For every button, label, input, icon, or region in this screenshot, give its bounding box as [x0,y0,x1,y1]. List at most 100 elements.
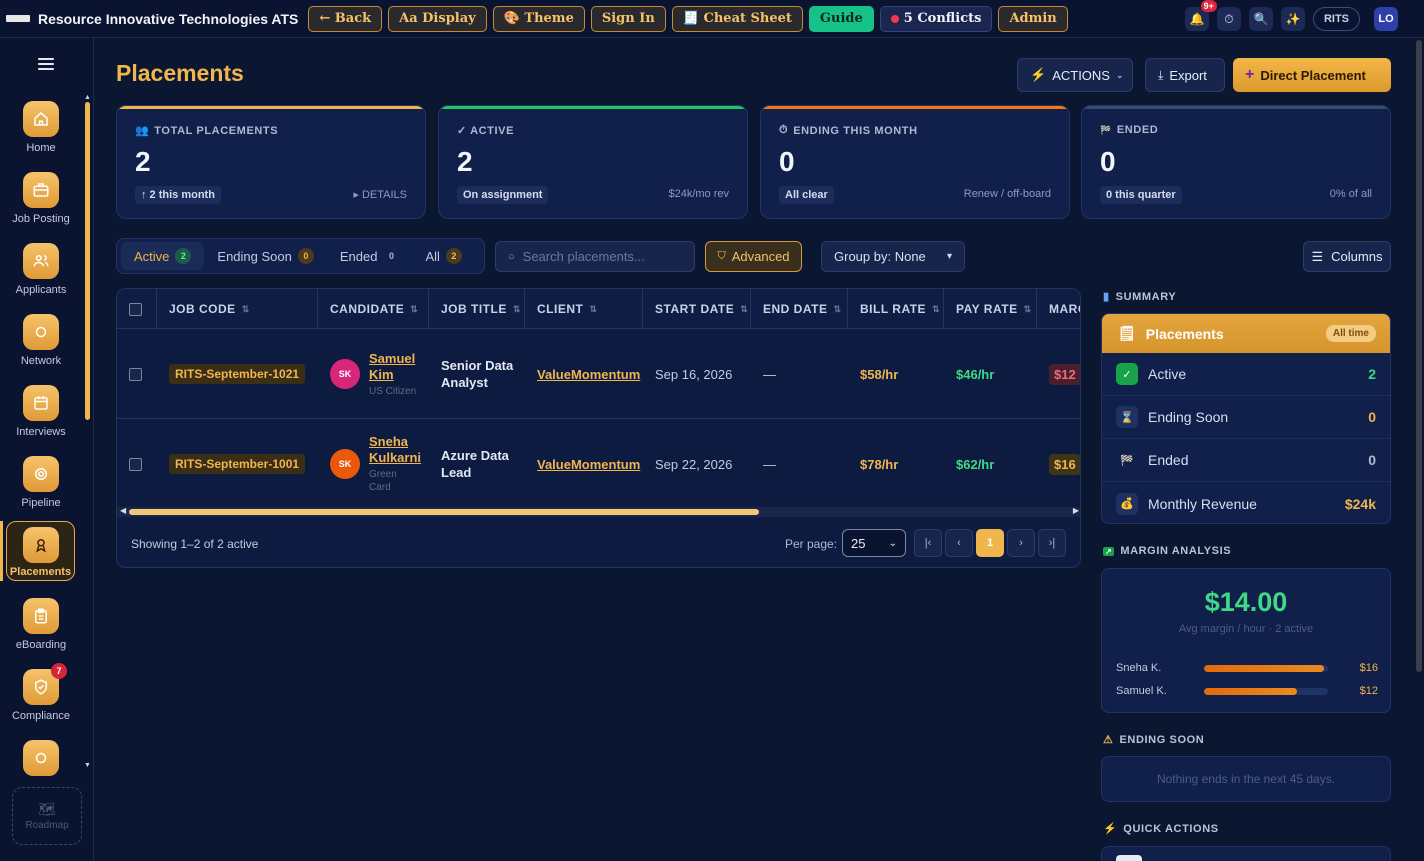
column-header-end-date[interactable]: END DATE ⇅ [751,289,848,329]
sort-icon: ⇅ [589,303,598,314]
tab-ended[interactable]: Ended 0 [327,242,413,270]
job-code-chip[interactable]: RITS-September-1021 [169,364,306,384]
scroll-up-icon[interactable]: ▲ [84,94,91,101]
history-button[interactable]: ⏱ [1216,7,1241,31]
theme-button[interactable]: 🎨 Theme [492,5,585,32]
roadmap-button[interactable]: 🗺 Roadmap [12,787,82,845]
stat-accent [439,106,747,109]
table-horizontal-scrollbar[interactable]: ◀ ▶ [117,506,1080,517]
tab-ending-soon[interactable]: Ending Soon 0 [204,242,326,270]
search-input[interactable] [522,249,673,264]
column-header-job-code[interactable]: JOB CODE ⇅ [157,289,318,329]
scroll-thumb[interactable] [129,509,759,515]
tab-count: 2 [445,248,462,264]
sidebar-item-home[interactable]: Home [0,101,82,154]
sort-icon: ⇅ [410,303,419,314]
columns-button[interactable]: ☰ Columns [1303,241,1391,272]
sidebar-item-job-posting[interactable]: Job Posting [0,172,82,225]
stat-card-ending: ⏱ ENDING THIS MONTH 0 All clear Renew / o… [760,105,1070,219]
summary-card: 🗒 Placements All time ✓ Active 2 ⌛ Ending S… [1101,313,1391,524]
column-header-client[interactable]: CLIENT ⇅ [525,289,643,329]
ai-button[interactable]: ✨ [1280,7,1305,31]
tab-all[interactable]: All 2 [412,242,474,270]
sidebar-item-interviews[interactable]: Interviews [0,385,82,438]
sign-in-button[interactable]: Sign In [590,5,666,32]
circle-icon [23,314,59,350]
column-header-pay-rate[interactable]: PAY RATE ⇅ [944,289,1037,329]
sidebar-item-more[interactable] [0,740,82,776]
candidate-avatar: SK [330,359,360,389]
row-checkbox[interactable] [129,367,142,381]
hourglass-icon: ⌛ [1116,406,1138,428]
client-link[interactable]: ValueMomentum [537,457,640,472]
sidebar-item-pipeline[interactable]: Pipeline [0,456,82,509]
candidate-name-link[interactable]: Sneha Kulkarni [369,434,421,466]
chevron-down-icon: ⌄ [1115,69,1124,80]
tab-active[interactable]: Active 2 [121,242,205,270]
advanced-filter-button[interactable]: ⛉ Advanced [705,241,802,272]
sidebar-item-label: Applicants [15,284,67,296]
display-button[interactable]: Aa Display [388,5,487,32]
stat-label: ⏱ ENDING THIS MONTH [779,124,918,137]
warning-icon: ⚠ [1103,734,1114,746]
user-avatar[interactable]: LO [1374,7,1398,31]
row-select-cell [117,330,157,418]
column-header-job-title[interactable]: JOB TITLE ⇅ [429,289,525,329]
scroll-down-icon[interactable]: ▼ [84,762,91,769]
hamburger-menu-icon[interactable] [38,58,54,70]
table-row[interactable]: RITS-September-1001 SK Sneha Kulkarni Gre… [117,420,1080,508]
column-header-margin[interactable]: MARGIN [1037,289,1080,329]
candidate-cell: SK Sneha Kulkarni Green Card [318,420,429,508]
group-by-label: Group by: None [834,249,926,264]
summary-row-ending-soon: ⌛ Ending Soon 0 [1102,396,1390,439]
actions-dropdown[interactable]: ⚡ ACTIONS ⌄ [1017,58,1133,92]
notifications-button[interactable]: 🔔 9+ [1184,0,1217,31]
sort-icon: ⇅ [740,303,749,314]
first-page-button[interactable]: |‹ [914,529,942,557]
direct-placement-label: Direct Placement [1260,67,1366,83]
search-icon: 🔍 [1253,12,1269,26]
cheat-sheet-button[interactable]: 🧾 Cheat Sheet [671,5,803,32]
table-row[interactable]: RITS-September-1021 SK Samuel Kim US Citi… [117,330,1080,419]
flag-icon: 🏁 [1100,124,1112,135]
actions-label: ACTIONS [1052,67,1110,83]
sidebar-item-applicants[interactable]: Applicants [0,243,82,296]
sidebar-item-eboarding[interactable]: eBoarding [0,598,82,651]
column-header-candidate[interactable]: CANDIDATE ⇅ [318,289,429,329]
sidebar-item-compliance[interactable]: 7 Compliance [0,663,82,722]
row-checkbox[interactable] [129,457,142,471]
last-page-button[interactable]: ›| [1038,529,1066,557]
group-by-select[interactable]: Group by: None ▾ [821,241,965,272]
admin-button[interactable]: Admin [998,5,1068,32]
per-page-select[interactable]: 25 ⌄ [842,529,906,557]
prev-page-button[interactable]: ‹ [945,529,973,557]
conflicts-button[interactable]: 5 Conflicts [879,5,993,32]
sidebar-item-network[interactable]: Network [0,314,82,367]
search-button[interactable]: 🔍 [1248,7,1273,31]
org-switcher[interactable]: RITS [1312,7,1360,31]
sidebar-item-placements[interactable]: Placements [6,521,75,581]
column-header-start-date[interactable]: START DATE ⇅ [643,289,751,329]
scroll-left-icon[interactable]: ◀ [120,506,126,515]
export-button[interactable]: ⤓ Export [1145,58,1225,92]
all-time-pill[interactable]: All time [1325,325,1376,342]
direct-placement-button[interactable]: + Direct Placement [1233,58,1391,92]
client-link[interactable]: ValueMomentum [537,367,640,382]
guide-button[interactable]: Guide [808,5,874,32]
quick-action-icon[interactable] [1116,855,1142,861]
stat-accent [117,106,425,109]
tab-count: 2 [175,248,192,264]
margin-analysis-heading: ↗ MARGIN ANALYSIS [1103,545,1232,557]
candidate-name-link[interactable]: Samuel Kim [369,351,416,383]
select-all-checkbox[interactable] [129,302,142,316]
job-code-chip[interactable]: RITS-September-1001 [169,454,306,474]
back-button[interactable]: ← Back [308,5,383,32]
client-cell: ValueMomentum [525,330,643,418]
sidebar-scrollbar[interactable] [85,102,90,420]
page-scrollbar[interactable] [1416,40,1422,672]
next-page-button[interactable]: › [1007,529,1035,557]
details-link[interactable]: ▸ DETAILS [353,188,407,201]
column-header-bill-rate[interactable]: BILL RATE ⇅ [848,289,944,329]
page-1-button[interactable]: 1 [976,529,1004,557]
scroll-right-icon[interactable]: ▶ [1073,506,1079,515]
